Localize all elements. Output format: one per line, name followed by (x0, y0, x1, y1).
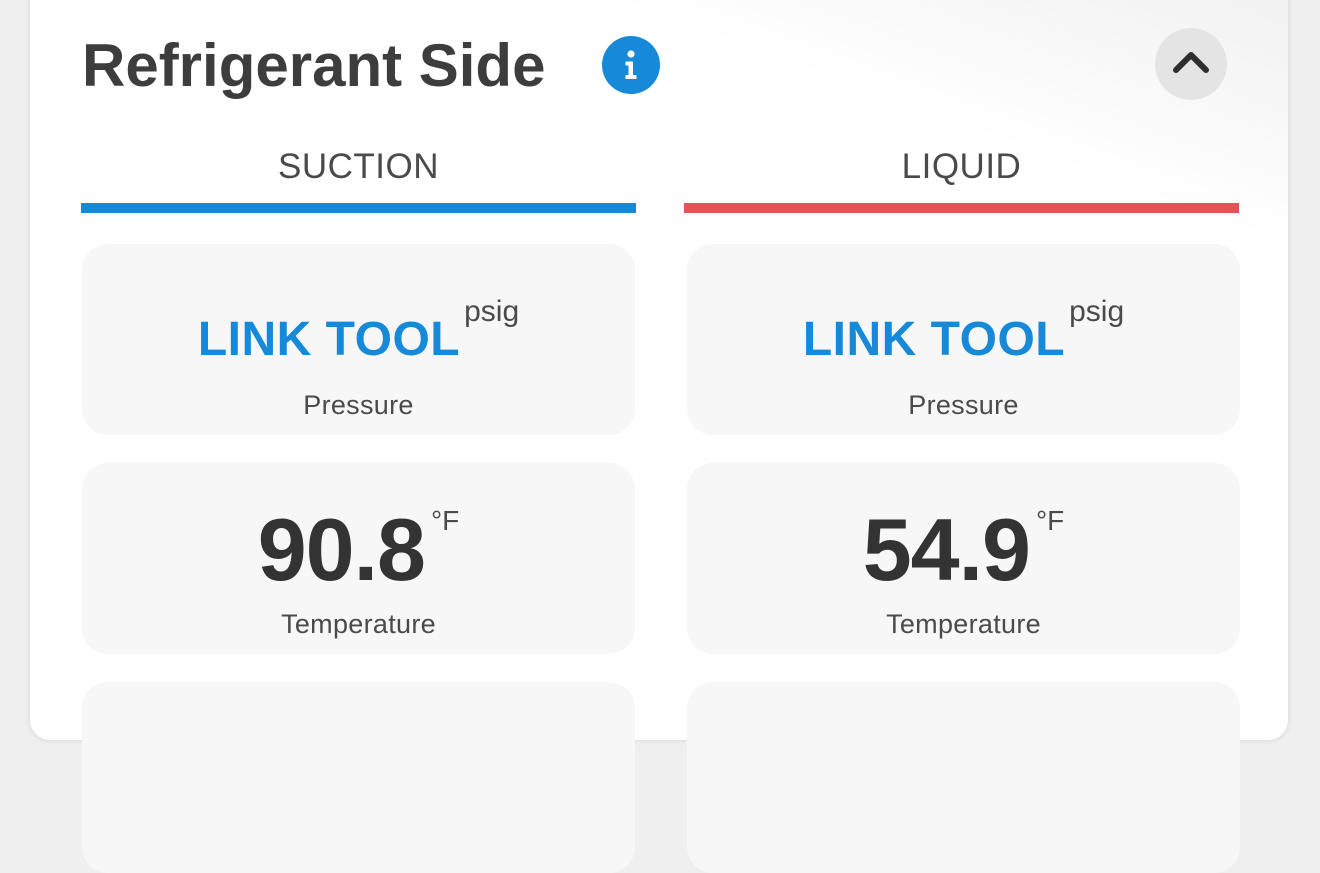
suction-temperature-label: Temperature (281, 609, 436, 639)
suction-pressure-tile[interactable]: LINK TOOLpsig Pressure (82, 244, 635, 435)
suction-accent-bar (81, 203, 636, 213)
suction-next-tile (82, 682, 635, 873)
section-title: Refrigerant Side (82, 32, 546, 99)
liquid-temperature-label: Temperature (886, 609, 1041, 639)
collapse-button[interactable] (1155, 28, 1227, 100)
suction-pressure-label: Pressure (303, 390, 414, 420)
suction-link-tool-link[interactable]: LINK TOOL (198, 313, 460, 366)
suction-temperature-value: 90.8 (257, 500, 426, 599)
liquid-next-tile (687, 682, 1240, 873)
liquid-link-tool-link[interactable]: LINK TOOL (803, 313, 1065, 366)
suction-pressure-unit: psig (464, 295, 520, 328)
liquid-temperature-tile: 54.9 °F Temperature (687, 463, 1240, 654)
suction-header: SUCTION (278, 147, 439, 186)
liquid-temperature-unit: °F (1035, 505, 1065, 536)
liquid-pressure-unit: psig (1069, 295, 1125, 328)
suction-temperature-tile: 90.8 °F Temperature (82, 463, 635, 654)
liquid-header: LIQUID (901, 147, 1022, 186)
suction-temperature-unit: °F (430, 505, 460, 536)
liquid-temperature-value: 54.9 (862, 500, 1031, 599)
info-button[interactable] (602, 36, 660, 94)
chevron-up-icon (1171, 49, 1211, 80)
liquid-pressure-tile[interactable]: LINK TOOLpsig Pressure (687, 244, 1240, 435)
liquid-accent-bar (684, 203, 1239, 213)
info-icon (624, 50, 638, 80)
liquid-pressure-label: Pressure (908, 390, 1019, 420)
